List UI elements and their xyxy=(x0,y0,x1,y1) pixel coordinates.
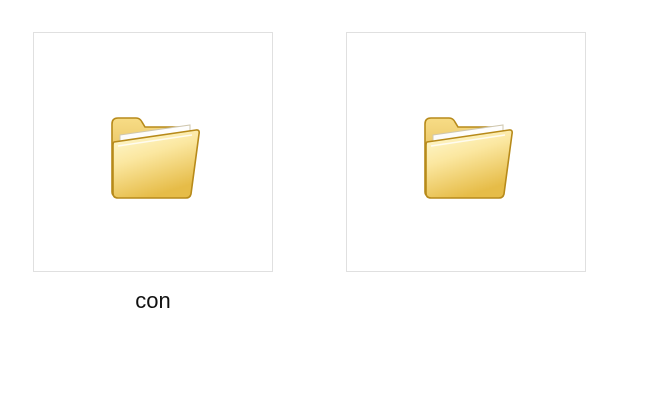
folder-icon xyxy=(106,108,202,204)
folder-item-2[interactable] xyxy=(346,32,586,272)
folder-item-1[interactable] xyxy=(33,32,273,272)
folder-icon xyxy=(419,108,515,204)
folder-label[interactable]: con xyxy=(33,288,273,314)
